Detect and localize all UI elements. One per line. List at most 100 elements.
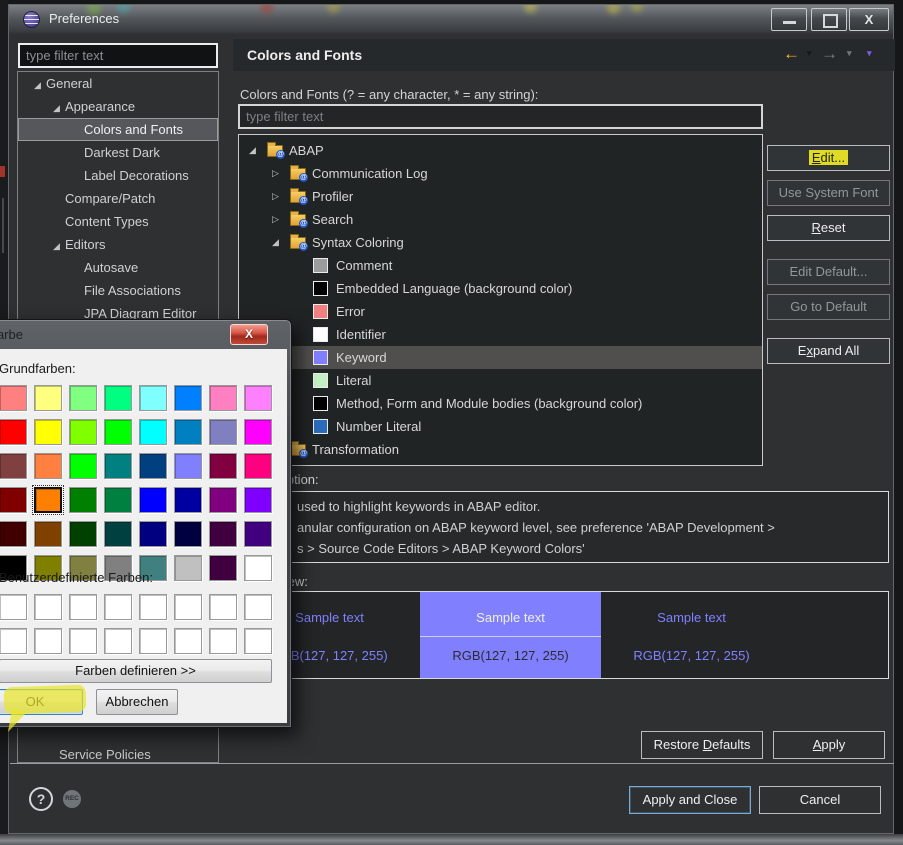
- basic-color-swatch[interactable]: [34, 385, 62, 411]
- back-arrow-icon[interactable]: ←: [783, 44, 800, 64]
- custom-color-swatch[interactable]: [0, 594, 27, 620]
- sidebar-item-darkest-dark[interactable]: Darkest Dark: [18, 141, 218, 164]
- tree-row-method-form-and-module-bodies-background[interactable]: Method, Form and Module bodies (backgrou…: [239, 392, 762, 415]
- custom-color-swatch[interactable]: [209, 594, 237, 620]
- basic-color-swatch[interactable]: [209, 453, 237, 479]
- apply-button[interactable]: Apply: [773, 731, 885, 759]
- tree-row-literal[interactable]: Literal: [239, 369, 762, 392]
- basic-color-swatch[interactable]: [209, 487, 237, 513]
- dialog-cancel-button[interactable]: Abbrechen: [96, 689, 178, 715]
- maximize-button[interactable]: [811, 8, 847, 31]
- basic-color-swatch[interactable]: [209, 555, 237, 581]
- basic-color-swatch[interactable]: [69, 453, 97, 479]
- collapsed-arrow-icon[interactable]: ▷: [272, 162, 290, 185]
- custom-color-swatch[interactable]: [244, 628, 272, 654]
- basic-color-swatch[interactable]: [34, 419, 62, 445]
- basic-color-swatch[interactable]: [104, 453, 132, 479]
- expand-all-button[interactable]: Expand All: [767, 338, 890, 364]
- basic-color-swatch[interactable]: [139, 419, 167, 445]
- basic-color-swatch[interactable]: [0, 521, 27, 547]
- expanded-arrow-icon[interactable]: ◢: [272, 231, 290, 254]
- sidebar-item-general[interactable]: ◢General: [18, 72, 218, 95]
- sidebar-item-colors-and-fonts[interactable]: Colors and Fonts: [18, 118, 218, 141]
- sidebar-item-compare-patch[interactable]: Compare/Patch: [18, 187, 218, 210]
- expanded-arrow-icon[interactable]: ◢: [48, 235, 65, 258]
- back-history-caret-icon[interactable]: ▾: [807, 48, 812, 59]
- basic-color-swatch[interactable]: [69, 419, 97, 445]
- basic-color-swatch[interactable]: [174, 521, 202, 547]
- custom-color-swatch[interactable]: [104, 628, 132, 654]
- basic-color-swatch[interactable]: [244, 385, 272, 411]
- tree-row-number-literal[interactable]: Number Literal: [239, 415, 762, 438]
- basic-color-swatch[interactable]: [104, 521, 132, 547]
- basic-color-swatch[interactable]: [209, 385, 237, 411]
- basic-color-swatch[interactable]: [139, 521, 167, 547]
- custom-color-swatch[interactable]: [209, 628, 237, 654]
- custom-color-swatch[interactable]: [139, 628, 167, 654]
- sidebar-item-appearance[interactable]: ◢Appearance: [18, 95, 218, 118]
- sidebar-filter-input[interactable]: [18, 43, 218, 68]
- selected-basic-color-swatch[interactable]: [34, 487, 62, 513]
- custom-color-swatch[interactable]: [34, 594, 62, 620]
- custom-color-swatch[interactable]: [174, 628, 202, 654]
- basic-color-swatch[interactable]: [104, 419, 132, 445]
- custom-color-swatch[interactable]: [34, 628, 62, 654]
- restore-defaults-button[interactable]: Restore Defaults: [641, 731, 763, 759]
- basic-color-swatch[interactable]: [209, 419, 237, 445]
- help-icon[interactable]: ?: [29, 787, 53, 811]
- sidebar-item-label-decorations[interactable]: Label Decorations: [18, 164, 218, 187]
- apply-and-close-button[interactable]: Apply and Close: [629, 786, 751, 814]
- basic-color-swatch[interactable]: [174, 385, 202, 411]
- custom-color-swatch[interactable]: [139, 594, 167, 620]
- tree-row-keyword[interactable]: Keyword: [239, 346, 762, 369]
- basic-color-swatch[interactable]: [69, 385, 97, 411]
- basic-color-swatch[interactable]: [34, 521, 62, 547]
- sidebar-item-editors[interactable]: ◢Editors: [18, 233, 218, 256]
- sidebar-item-autosave[interactable]: Autosave: [18, 256, 218, 279]
- basic-color-swatch[interactable]: [174, 555, 202, 581]
- define-colors-button[interactable]: Farben definieren >>: [0, 659, 272, 683]
- basic-color-swatch[interactable]: [209, 521, 237, 547]
- custom-color-swatch[interactable]: [69, 628, 97, 654]
- basic-color-swatch[interactable]: [174, 487, 202, 513]
- custom-color-swatch[interactable]: [104, 594, 132, 620]
- custom-color-swatch[interactable]: [174, 594, 202, 620]
- basic-color-swatch[interactable]: [139, 453, 167, 479]
- basic-color-swatch[interactable]: [244, 453, 272, 479]
- custom-color-swatch[interactable]: [244, 594, 272, 620]
- edit-button[interactable]: Edit...: [767, 145, 890, 171]
- basic-color-swatch[interactable]: [244, 521, 272, 547]
- tree-row-identifier[interactable]: Identifier: [239, 323, 762, 346]
- custom-color-swatch[interactable]: [0, 628, 27, 654]
- basic-color-swatch[interactable]: [139, 487, 167, 513]
- basic-color-swatch[interactable]: [244, 419, 272, 445]
- tree-row-error[interactable]: Error: [239, 300, 762, 323]
- tree-row-syntax-coloring[interactable]: ◢@Syntax Coloring: [239, 231, 762, 254]
- basic-color-swatch[interactable]: [244, 487, 272, 513]
- expanded-arrow-icon[interactable]: ◢: [29, 74, 46, 97]
- tree-row-transformation[interactable]: @Transformation: [239, 438, 762, 461]
- basic-color-swatch[interactable]: [139, 385, 167, 411]
- view-menu-caret-icon[interactable]: ▾: [867, 48, 872, 59]
- basic-color-swatch[interactable]: [69, 487, 97, 513]
- basic-color-swatch[interactable]: [174, 453, 202, 479]
- expanded-arrow-icon[interactable]: ◢: [48, 97, 65, 120]
- basic-color-swatch[interactable]: [104, 487, 132, 513]
- basic-color-swatch[interactable]: [0, 385, 27, 411]
- tree-row-comment[interactable]: Comment: [239, 254, 762, 277]
- minimize-button[interactable]: [771, 8, 807, 31]
- collapsed-arrow-icon[interactable]: ▷: [272, 208, 290, 231]
- tree-row-communication-log[interactable]: ▷@Communication Log: [239, 162, 762, 185]
- tree-row-search[interactable]: ▷@Search: [239, 208, 762, 231]
- sidebar-item-content-types[interactable]: Content Types: [18, 210, 218, 233]
- colors-filter-input[interactable]: [238, 104, 763, 129]
- dialog-close-button[interactable]: X: [230, 324, 268, 345]
- sidebar-item-file-associations[interactable]: File Associations: [18, 279, 218, 302]
- custom-color-swatch[interactable]: [69, 594, 97, 620]
- basic-color-swatch[interactable]: [174, 419, 202, 445]
- close-button[interactable]: X: [849, 8, 889, 31]
- window-titlebar[interactable]: Preferences X: [9, 5, 893, 34]
- basic-color-swatch[interactable]: [104, 385, 132, 411]
- tree-row-profiler[interactable]: ▷@Profiler: [239, 185, 762, 208]
- tree-row-abap[interactable]: ◢@ABAP: [239, 139, 762, 162]
